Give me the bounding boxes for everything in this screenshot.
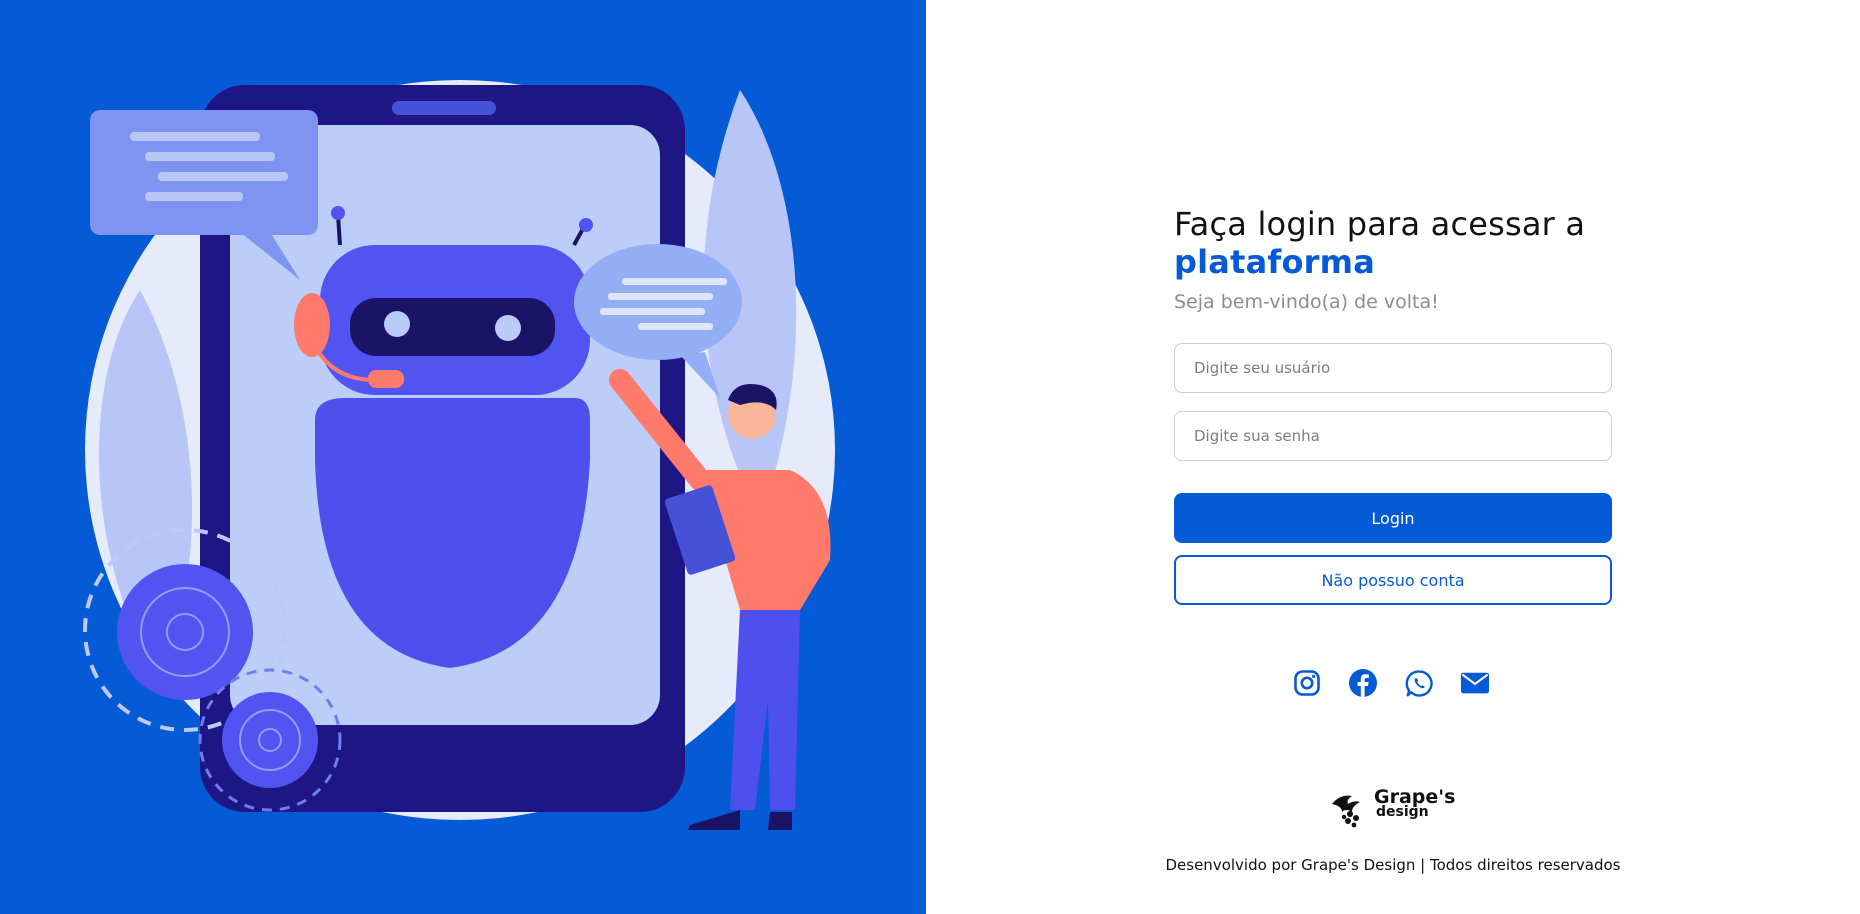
instagram-icon[interactable]	[1292, 668, 1322, 698]
headset-mic	[368, 370, 404, 388]
person-shoe-left	[688, 810, 740, 830]
no-account-button[interactable]: Não possuo conta	[1174, 555, 1612, 605]
bubble-line	[638, 323, 713, 330]
antenna-left-tip	[331, 206, 345, 220]
login-button[interactable]: Login	[1174, 493, 1612, 543]
brand-logo: Grape's design	[1330, 788, 1455, 828]
illustration-panel	[0, 0, 926, 914]
bubble-line	[158, 172, 288, 181]
login-form: Faça login para acessar a plataforma Sej…	[1174, 205, 1612, 605]
robot-eye-left	[384, 311, 410, 337]
grape-logo-icon	[1332, 795, 1360, 828]
person-shoe-right	[768, 812, 792, 830]
facebook-icon[interactable]	[1348, 668, 1378, 698]
gear-small-icon	[222, 692, 318, 788]
bubble-line	[130, 132, 260, 141]
person-legs	[730, 610, 800, 810]
page-title: Faça login para acessar a plataforma	[1174, 205, 1612, 281]
brand-wordmark: Grape's design	[1374, 788, 1455, 820]
robot-eye-right	[495, 315, 521, 341]
speech-bubble-right	[574, 244, 742, 360]
login-panel: Faça login para acessar a plataforma Sej…	[926, 0, 1860, 914]
title-accent: plataforma	[1174, 243, 1375, 281]
social-links	[1292, 668, 1490, 698]
bubble-line	[145, 152, 275, 161]
welcome-subtitle: Seja bem-vindo(a) de volta!	[1174, 291, 1439, 313]
login-page: Faça login para acessar a plataforma Sej…	[0, 0, 1860, 914]
robot-visor	[350, 298, 555, 356]
robot-illustration	[83, 80, 835, 830]
bubble-line	[608, 293, 713, 300]
bubble-line	[622, 278, 727, 285]
whatsapp-icon[interactable]	[1404, 668, 1434, 698]
antenna-right-tip	[579, 218, 593, 232]
bubble-line	[600, 308, 705, 315]
bubble-line	[145, 192, 243, 201]
username-input[interactable]	[1174, 343, 1612, 393]
title-text: Faça login para acessar a	[1174, 205, 1586, 243]
mail-icon[interactable]	[1460, 668, 1490, 698]
phone-speaker	[392, 101, 496, 115]
headset-ear	[294, 293, 330, 357]
password-input[interactable]	[1174, 411, 1612, 461]
footer-text: Desenvolvido por Grape's Design | Todos …	[1165, 856, 1621, 874]
